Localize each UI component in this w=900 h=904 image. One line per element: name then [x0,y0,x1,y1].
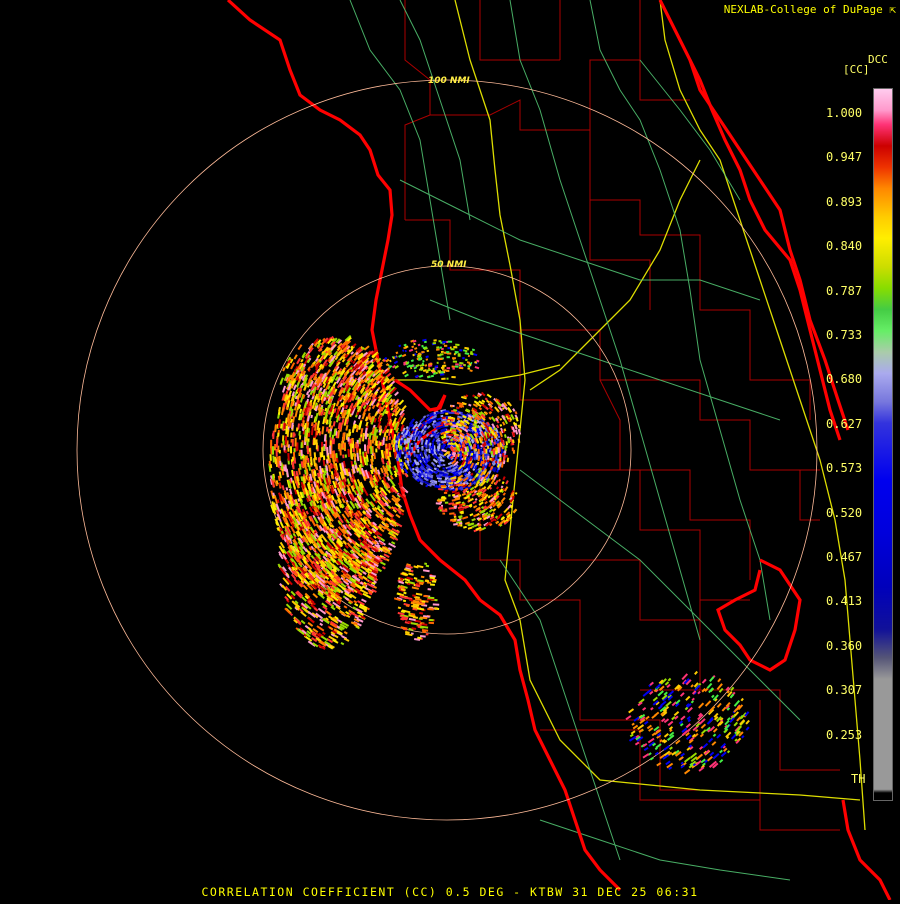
range-ring-100-label: 100 NMI [428,76,470,86]
legend-tick-label: 0.520 [826,507,868,519]
legend-tick-label: 0.253 [826,729,868,741]
brand-arrow-icon: ⇱ [889,3,896,16]
legend-tick-label: 0.627 [826,418,868,430]
legend-tick-label: 1.000 [826,107,868,119]
legend-tick-label: 0.733 [826,329,868,341]
radar-echoes [269,336,749,774]
legend-tick-label: 0.680 [826,373,868,385]
legend-tick-label: TH [851,773,893,785]
range-ring-50-label: 50 NMI [431,260,467,270]
legend-tick-label: 0.947 [826,151,868,163]
legend-title-cc: [CC] [843,63,870,76]
range-rings [77,80,817,820]
legend-title-dcc: DCC [868,53,888,66]
legend-tick-label: 0.413 [826,595,868,607]
brand-label: NEXLAB-College of DuPage ⇱ [724,3,896,16]
range-ring-100 [77,80,817,820]
legend-color-bar-svg [874,89,892,800]
legend-gradient [874,89,892,800]
legend-tick-label: 0.787 [826,285,868,297]
legend-tick-label: 0.360 [826,640,868,652]
product-footer: CORRELATION COEFFICIENT (CC) 0.5 DEG - K… [0,885,900,899]
legend-tick-label: 0.840 [826,240,868,252]
radar-map: 100 NMI 50 NMI [0,0,900,900]
radar-map-svg: 100 NMI 50 NMI [0,0,900,900]
legend-tick-label: 0.893 [826,196,868,208]
legend-tick-label: 0.467 [826,551,868,563]
legend-tick-label: 0.573 [826,462,868,474]
legend-color-bar [873,88,893,801]
legend-tick-label: 0.307 [826,684,868,696]
